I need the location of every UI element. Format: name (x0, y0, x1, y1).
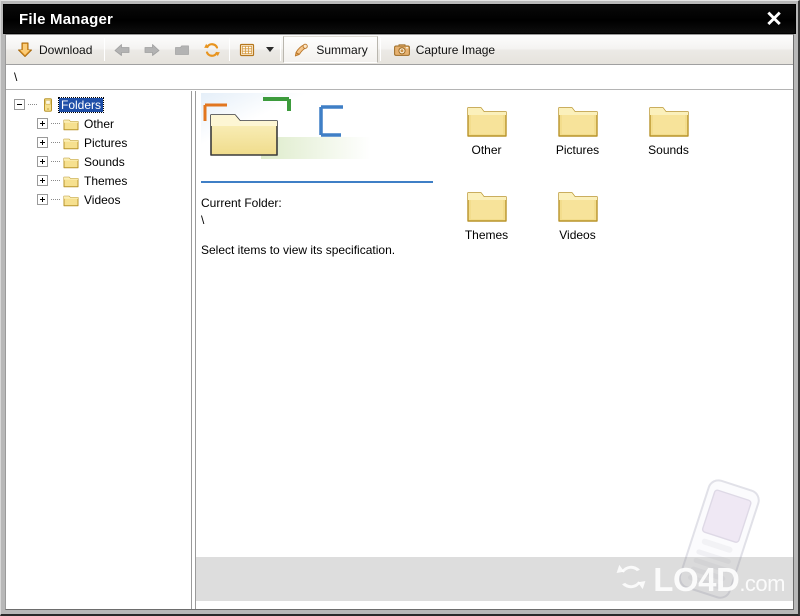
summary-tab[interactable]: Summary (283, 36, 378, 63)
expander-plus-icon[interactable] (37, 175, 48, 186)
view-grid-icon (238, 41, 256, 59)
folder-tree-pane: Folders Other Pictures Sounds Themes Vid… (6, 91, 192, 609)
summary-hint: Select items to view its specification. (201, 242, 396, 257)
file-label: Themes (464, 228, 509, 242)
tree-item-pictures[interactable]: Pictures (14, 133, 191, 152)
folder-icon (556, 101, 600, 139)
tree-connector (28, 104, 37, 105)
tree-item-other[interactable]: Other (14, 114, 191, 133)
address-path: \ (14, 70, 18, 84)
toolbar: Download Summary Capture Image (6, 35, 793, 65)
mobile-phone-icon (659, 475, 779, 605)
refresh-icon (203, 41, 221, 59)
folder-icon (556, 186, 600, 224)
up-folder-icon (173, 41, 191, 59)
file-manager-window: File Manager ✕ Download Summary Capture … (0, 0, 800, 616)
watermark-text: LO4D.com (653, 563, 785, 596)
chevron-down-icon (266, 47, 275, 52)
capture-image-label: Capture Image (415, 42, 496, 57)
download-button[interactable]: Download (6, 36, 102, 63)
folder-tree: Folders Other Pictures Sounds Themes Vid… (6, 95, 191, 209)
folder-icon (63, 117, 79, 131)
file-item[interactable]: Sounds (623, 97, 714, 156)
expander-plus-icon[interactable] (37, 137, 48, 148)
current-folder-value: \ (201, 213, 205, 228)
expander-minus-icon[interactable] (14, 99, 25, 110)
view-mode-button[interactable] (232, 35, 262, 64)
expander-plus-icon[interactable] (37, 194, 48, 205)
file-item[interactable]: Pictures (532, 97, 623, 156)
watermark-brand: LO4D (653, 560, 740, 598)
file-grid: Other Pictures Sounds Themes Videos (441, 97, 789, 267)
title-bar[interactable]: File Manager ✕ (3, 4, 796, 34)
toolbar-separator-4 (379, 38, 381, 61)
summary-body: Current Folder: \ Select items to view i… (201, 183, 433, 259)
window-title: File Manager (19, 10, 114, 28)
tree-label-sounds: Sounds (84, 154, 125, 169)
capture-image-button[interactable]: Capture Image (383, 36, 505, 63)
recycle-arrows-icon (613, 559, 649, 600)
view-mode-dropdown[interactable] (262, 35, 278, 64)
forward-button[interactable] (137, 35, 167, 64)
tree-connector (51, 161, 60, 162)
device-icon (40, 97, 56, 112)
folder-icon (63, 174, 79, 188)
watermark-bar (196, 557, 793, 601)
tree-connector (51, 142, 60, 143)
expander-plus-icon[interactable] (37, 156, 48, 167)
folder-icon (465, 186, 509, 224)
summary-panel: Current Folder: \ Select items to view i… (201, 93, 433, 259)
refresh-button[interactable] (197, 35, 227, 64)
tree-connector (51, 199, 60, 200)
tree-item-sounds[interactable]: Sounds (14, 152, 191, 171)
up-folder-button[interactable] (167, 35, 197, 64)
download-icon (16, 41, 34, 59)
back-button[interactable] (107, 35, 137, 64)
summary-spacer (201, 230, 433, 242)
tree-connector (51, 180, 60, 181)
toolbar-separator-3 (280, 38, 282, 61)
large-folder-banner (201, 93, 433, 175)
current-folder-label: Current Folder: (201, 196, 282, 210)
folder-icon (63, 155, 79, 169)
tree-connector (51, 123, 60, 124)
tree-label-videos: Videos (84, 192, 121, 207)
file-item[interactable]: Other (441, 97, 532, 156)
file-label: Sounds (648, 143, 689, 157)
back-arrow-icon (113, 41, 131, 59)
content-pane: Current Folder: \ Select items to view i… (196, 91, 793, 609)
tree-label-pictures: Pictures (84, 135, 128, 150)
summary-icon (293, 41, 311, 59)
toolbar-separator-1 (104, 38, 106, 61)
file-label: Videos (559, 228, 596, 242)
forward-arrow-icon (143, 41, 161, 59)
folder-icon (63, 136, 79, 150)
file-label: Pictures (555, 143, 600, 157)
folder-icon (63, 193, 79, 207)
close-button[interactable]: ✕ (757, 5, 791, 33)
toolbar-separator-2 (229, 38, 231, 61)
summary-banner (201, 93, 433, 175)
tree-item-videos[interactable]: Videos (14, 190, 191, 209)
split-panes: Folders Other Pictures Sounds Themes Vid… (6, 91, 793, 609)
tree-label-themes: Themes (84, 173, 128, 188)
summary-label: Summary (316, 42, 368, 57)
file-label: Other (471, 143, 502, 157)
watermark-logo: LO4D.com (613, 559, 785, 599)
download-label: Download (39, 42, 93, 57)
tree-label-other: Other (84, 116, 115, 131)
client-area: Download Summary Capture Image \ Folders… (5, 34, 794, 610)
close-icon: ✕ (765, 7, 783, 31)
address-bar[interactable]: \ (6, 65, 793, 90)
tree-item-folders[interactable]: Folders (14, 95, 191, 114)
file-item[interactable]: Videos (532, 182, 623, 241)
expander-plus-icon[interactable] (37, 118, 48, 129)
watermark-tld: .com (739, 570, 785, 596)
camera-icon (393, 41, 411, 59)
tree-label-folders: Folders (57, 96, 105, 113)
file-item[interactable]: Themes (441, 182, 532, 241)
tree-item-themes[interactable]: Themes (14, 171, 191, 190)
folder-icon (465, 101, 509, 139)
folder-icon (647, 101, 691, 139)
